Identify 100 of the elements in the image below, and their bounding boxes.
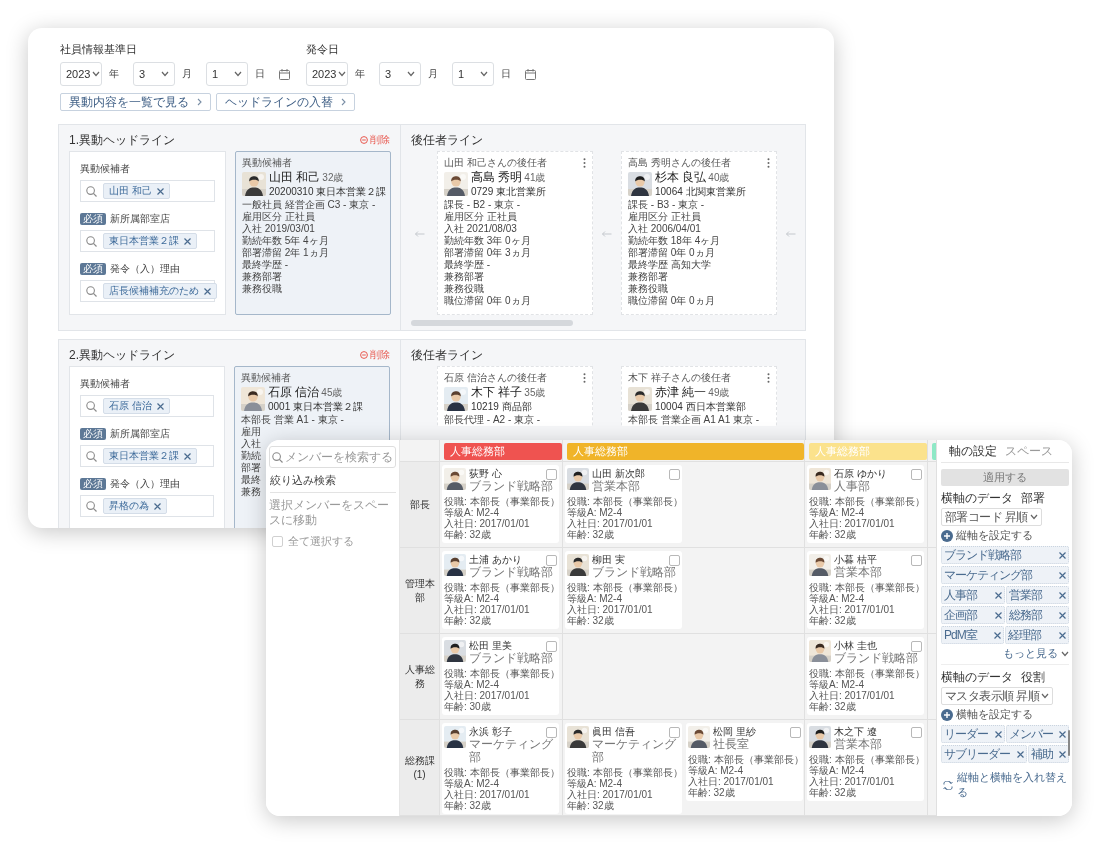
- dropdown[interactable]: 2023: [60, 62, 102, 86]
- close-icon[interactable]: [156, 187, 164, 195]
- more-icon[interactable]: [583, 373, 586, 383]
- search-field[interactable]: 東日本営業２課: [80, 230, 215, 252]
- chip[interactable]: 営業部: [1005, 586, 1069, 604]
- more-icon[interactable]: [767, 158, 770, 168]
- column-header[interactable]: 人事総務部: [444, 443, 562, 460]
- info-line: 兼務役職: [444, 283, 484, 295]
- close-icon[interactable]: [994, 611, 1002, 619]
- chip[interactable]: 石原 信治: [103, 398, 170, 414]
- show-more-link[interactable]: もっと見る: [1003, 646, 1069, 661]
- calendar-icon[interactable]: [525, 68, 536, 80]
- chip[interactable]: 山田 和己: [103, 183, 170, 199]
- checkbox[interactable]: [669, 468, 680, 480]
- member-card[interactable]: 柳田 実 ブランド戦略部 役職: 本部長（事業部長） 等級A: M2-4 入社日: 2017/01/01 年齢: 32歳: [565, 551, 682, 629]
- more-icon[interactable]: [583, 158, 586, 168]
- scrollbar[interactable]: [1068, 730, 1070, 756]
- close-icon[interactable]: [204, 287, 211, 295]
- close-icon[interactable]: [994, 591, 1002, 599]
- close-icon[interactable]: [1016, 750, 1024, 758]
- checkbox[interactable]: [546, 640, 557, 652]
- close-icon[interactable]: [1059, 591, 1066, 599]
- chip[interactable]: ブランド戦略部: [941, 546, 1069, 564]
- delete-button[interactable]: 削除: [360, 133, 390, 147]
- member-card[interactable]: 松岡 里紗 社長室 役職: 本部長（事業部長） 等級A: M2-4 入社日: 2017/01/01 年齢: 32歳: [686, 723, 803, 801]
- chip[interactable]: 補助: [1027, 745, 1069, 763]
- scrollbar[interactable]: [411, 320, 573, 326]
- member-card[interactable]: 小暮 桔平 営業本部 役職: 本部長（事業部長） 等級A: M2-4 入社日: 2017/01/01 年齢: 32歳: [807, 551, 924, 629]
- close-icon[interactable]: [156, 402, 164, 410]
- chip[interactable]: メンバー: [1005, 725, 1069, 743]
- checkbox[interactable]: [790, 726, 801, 738]
- close-icon[interactable]: [1059, 750, 1066, 758]
- member-card[interactable]: 眞田 信吾 マーケティング部 役職: 本部長（事業部長） 等級A: M2-4 入社日: 2017/01/01 年齢: 32歳: [565, 723, 682, 814]
- employee-code: 10064 北関東営業所: [655, 184, 746, 198]
- chip[interactable]: PdM室: [941, 626, 1005, 644]
- member-card[interactable]: 石原 ゆかり 人事部 役職: 本部長（事業部長） 等級A: M2-4 入社日: 2017/01/01 年齢: 32歳: [807, 465, 924, 543]
- add-axis-link[interactable]: 横軸を設定する: [956, 708, 1033, 721]
- close-icon[interactable]: [184, 237, 191, 245]
- close-icon[interactable]: [994, 631, 1002, 639]
- link-button[interactable]: ヘッドラインの入替: [216, 93, 355, 111]
- close-icon[interactable]: [154, 502, 161, 510]
- close-icon[interactable]: [994, 730, 1002, 738]
- chip[interactable]: リーダー: [941, 725, 1005, 743]
- checkbox[interactable]: [546, 468, 557, 480]
- dropdown[interactable]: 2023: [306, 62, 348, 86]
- chip[interactable]: 店長候補補充のため: [103, 283, 217, 299]
- checkbox[interactable]: [911, 726, 922, 738]
- search-field[interactable]: 店長候補補充のため: [80, 280, 215, 302]
- checkbox[interactable]: [911, 554, 922, 566]
- checkbox[interactable]: [546, 726, 557, 738]
- chip[interactable]: マーケティング部: [941, 566, 1069, 584]
- chip[interactable]: 東日本営業２課: [103, 233, 197, 249]
- checkbox[interactable]: [669, 726, 680, 738]
- close-icon[interactable]: [1059, 611, 1066, 619]
- member-card[interactable]: 松田 里美 ブランド戦略部 役職: 本部長（事業部長） 等級A: M2-4 入社日: 2017/01/01 年齢: 30歳: [442, 637, 559, 715]
- search-field[interactable]: 昇格の為: [80, 495, 214, 517]
- member-card[interactable]: 永浜 彰子 マーケティング部 役職: 本部長（事業部長） 等級A: M2-4 入社日: 2017/01/01 年齢: 32歳: [442, 723, 559, 814]
- chip[interactable]: 総務部: [1005, 606, 1069, 624]
- close-icon[interactable]: [1059, 571, 1066, 579]
- chip[interactable]: サブリーダー: [941, 745, 1027, 763]
- dropdown[interactable]: 1: [206, 62, 248, 86]
- member-card[interactable]: 土浦 あかり ブランド戦略部 役職: 本部長（事業部長） 等級A: M2-4 入社日: 2017/01/01 年齢: 32歳: [442, 551, 559, 629]
- checkbox[interactable]: [546, 554, 557, 566]
- checkbox[interactable]: [911, 468, 922, 480]
- chip[interactable]: 経理部: [1005, 626, 1069, 644]
- link-button[interactable]: 異動内容を一覧で見る: [60, 93, 211, 111]
- add-axis-link[interactable]: 縦軸を設定する: [956, 529, 1033, 542]
- close-icon[interactable]: [1059, 730, 1066, 738]
- dropdown[interactable]: 3: [133, 62, 175, 86]
- chip-label: 企画部: [944, 606, 977, 624]
- chip[interactable]: 企画部: [941, 606, 1005, 624]
- chip[interactable]: 東日本営業２課: [103, 448, 197, 464]
- search-field[interactable]: 東日本営業２課: [80, 445, 214, 467]
- chip[interactable]: 昇格の為: [103, 498, 167, 514]
- delete-button[interactable]: 削除: [360, 348, 390, 362]
- member-card[interactable]: 山田 新次郎 営業本部 役職: 本部長（事業部長） 等級A: M2-4 入社日: 2017/01/01 年齢: 32歳: [565, 465, 682, 543]
- dropdown[interactable]: 1: [452, 62, 494, 86]
- checkbox[interactable]: [669, 554, 680, 566]
- sort-dropdown[interactable]: マスタ表示順 昇順: [941, 687, 1053, 705]
- close-icon[interactable]: [1059, 631, 1066, 639]
- member-card[interactable]: 木之下 遼 営業本部 役職: 本部長（事業部長） 等級A: M2-4 入社日: 2017/01/01 年齢: 32歳: [807, 723, 924, 801]
- calendar-icon[interactable]: [279, 68, 290, 80]
- swap-axes-button[interactable]: 縦軸と横軸を入れ替える: [943, 770, 1069, 800]
- dropdown[interactable]: 3: [379, 62, 421, 86]
- sort-dropdown[interactable]: 部署コード 昇順: [941, 508, 1042, 526]
- member-card[interactable]: 荻野 心 ブランド戦略部 役職: 本部長（事業部長） 等級A: M2-4 入社日: 2017/01/01 年齢: 32歳: [442, 465, 559, 543]
- plus-circle-icon[interactable]: [941, 529, 953, 542]
- close-icon[interactable]: [1059, 551, 1066, 559]
- chip[interactable]: 人事部: [941, 586, 1005, 604]
- checkbox[interactable]: [911, 640, 922, 652]
- more-icon[interactable]: [767, 373, 770, 383]
- tab[interactable]: スペース: [1005, 444, 1053, 458]
- search-field[interactable]: 山田 和己: [80, 180, 215, 202]
- search-field[interactable]: 石原 信治: [80, 395, 214, 417]
- plus-circle-icon[interactable]: [941, 708, 953, 721]
- row-header: 人事総務: [400, 634, 440, 720]
- age-label: 41歳: [524, 170, 546, 185]
- tab[interactable]: 軸の設定: [949, 444, 997, 458]
- member-card[interactable]: 小林 圭也 ブランド戦略部 役職: 本部長（事業部長） 等級A: M2-4 入社日: 2017/01/01 年齢: 32歳: [807, 637, 924, 715]
- close-icon[interactable]: [184, 452, 191, 460]
